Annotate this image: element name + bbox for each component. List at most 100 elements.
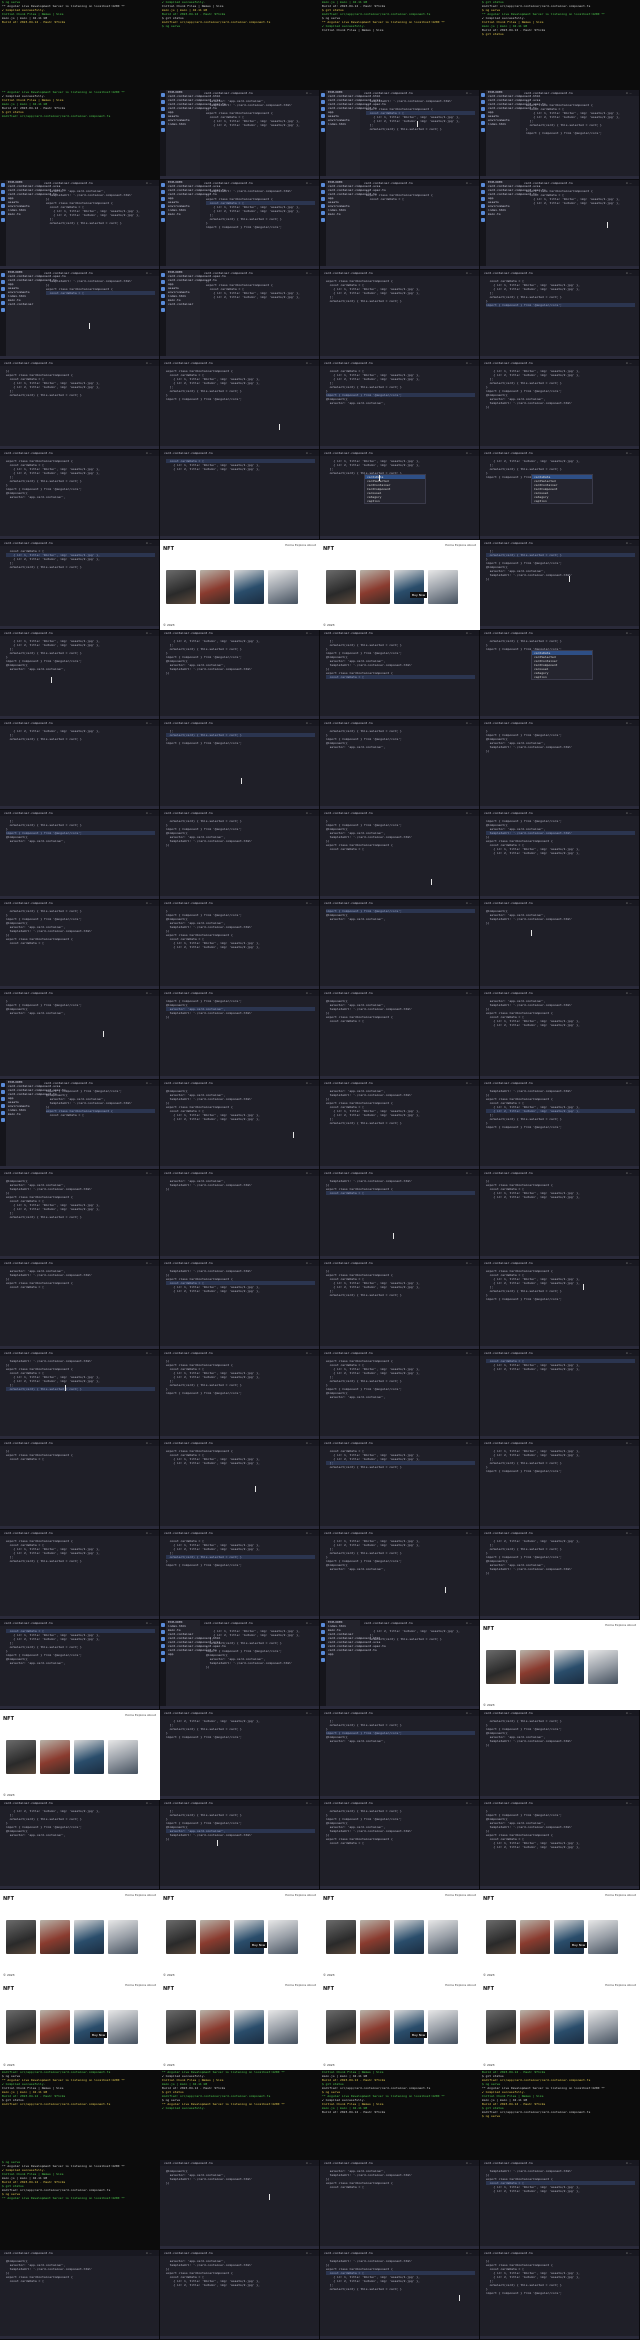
code-area[interactable]: export class CardContainerComponent { co…: [6, 459, 155, 499]
editor-tab[interactable]: card-container.component.ts: [164, 1440, 213, 1446]
editor-tab[interactable]: card-container.component.ts: [164, 810, 213, 816]
activity-icon[interactable]: [1, 1118, 5, 1122]
card-photo[interactable]: [554, 1920, 584, 1954]
card-photo[interactable]: [486, 2010, 516, 2044]
code-area[interactable]: selector: 'app-card-container', template…: [326, 1089, 475, 1125]
card-photo[interactable]: [394, 570, 424, 604]
editor-actions-icon[interactable]: ⊟ ⋯: [306, 1441, 316, 1445]
activity-icon[interactable]: [481, 183, 485, 187]
code-area[interactable]: { id: 1, title: 'Winter', img: 'assets/1…: [326, 459, 475, 475]
editor-tab[interactable]: card-container.component.ts: [484, 1440, 533, 1446]
activity-icon[interactable]: [161, 211, 165, 215]
editor-tab[interactable]: card-container.component.ts: [4, 1800, 53, 1806]
editor-tab[interactable]: card-container.component.ts: [484, 630, 533, 636]
activity-icon[interactable]: [161, 197, 165, 201]
activity-icon[interactable]: [321, 197, 325, 201]
editor-tab[interactable]: card-container.component.ts: [164, 1170, 213, 1176]
code-area[interactable]: const cardsData = [ { id: 1, title: 'Win…: [166, 1539, 315, 1567]
editor-actions-icon[interactable]: ⊟ ⋯: [306, 1801, 316, 1805]
code-area[interactable]: templateUrl: './card-container.component…: [206, 189, 315, 229]
editor-tab[interactable]: card-container.component.ts: [4, 720, 53, 726]
code-area[interactable]: }) export class CardContainerComponent { …: [6, 1449, 155, 1461]
activity-icon[interactable]: [161, 1651, 165, 1655]
card-photo[interactable]: [554, 2010, 584, 2044]
card-photo[interactable]: [40, 1920, 70, 1954]
code-area[interactable]: }) export class CardContainerComponent { …: [326, 1269, 475, 1297]
card-photo[interactable]: [108, 1740, 138, 1774]
activity-icon[interactable]: [1, 1104, 5, 1108]
site-nav[interactable]: Home Explore About: [125, 1713, 156, 1717]
activity-icon[interactable]: [161, 114, 165, 118]
activity-icon[interactable]: [481, 121, 485, 125]
editor-actions-icon[interactable]: ⊟ ⋯: [306, 991, 316, 995]
editor-actions-icon[interactable]: ⊟ ⋯: [466, 1531, 476, 1535]
editor-actions-icon[interactable]: ⊟ ⋯: [466, 361, 476, 365]
editor-actions-icon[interactable]: ⊟ ⋯: [306, 2251, 316, 2255]
activity-icon[interactable]: [481, 218, 485, 222]
editor-actions-icon[interactable]: ⊟ ⋯: [146, 1441, 156, 1445]
card-photo[interactable]: [40, 2010, 70, 2044]
activity-icon[interactable]: [161, 190, 165, 194]
editor-tab[interactable]: card-container.component.ts: [164, 900, 213, 906]
editor-actions-icon[interactable]: ⊟ ⋯: [306, 451, 316, 455]
card-photo[interactable]: [486, 1920, 516, 1954]
activity-icon[interactable]: [161, 93, 165, 97]
editor-tab[interactable]: card-container.component.ts: [164, 1080, 213, 1086]
editor-actions-icon[interactable]: ⊟ ⋯: [626, 1711, 636, 1715]
card-photo[interactable]: [360, 1920, 390, 1954]
site-nav[interactable]: Home Explore About: [285, 1983, 316, 1987]
editor-actions-icon[interactable]: ⊟ ⋯: [626, 271, 636, 275]
editor-tab[interactable]: card-container.component.ts: [324, 630, 373, 636]
code-area[interactable]: export class CardContainerComponent { co…: [166, 1449, 315, 1465]
code-area[interactable]: export class CardContainerComponent { co…: [6, 1539, 155, 1563]
code-area[interactable]: { id: 2, title: 'Autumn', img: 'assets/2…: [166, 1719, 315, 1739]
buy-button[interactable]: Buy Now: [90, 2032, 108, 2038]
editor-actions-icon[interactable]: ⊟ ⋯: [306, 631, 316, 635]
code-area[interactable]: selector: 'app-card-container', template…: [166, 2259, 315, 2287]
editor-actions-icon[interactable]: ⊟ ⋯: [626, 721, 636, 725]
card-photo[interactable]: [428, 1920, 458, 1954]
editor-actions-icon[interactable]: ⊟ ⋯: [146, 451, 156, 455]
editor-actions-icon[interactable]: ⊟ ⋯: [146, 541, 156, 545]
code-area[interactable]: { id: 1, title: 'Winter', img: 'assets/1…: [326, 1539, 475, 1571]
code-area[interactable]: }) export class CardContainerComponent { …: [6, 369, 155, 397]
activity-icon[interactable]: [1, 1083, 5, 1087]
code-area[interactable]: ]; onSelect(card) { this.selected = card…: [166, 729, 315, 745]
activity-icon[interactable]: [161, 1658, 165, 1662]
editor-tab[interactable]: card-container.component.ts: [324, 990, 373, 996]
code-area[interactable]: templateUrl: './card-container.component…: [326, 2259, 475, 2291]
editor-tab[interactable]: card-container.component.ts: [324, 720, 373, 726]
editor-actions-icon[interactable]: ⊟ ⋯: [626, 631, 636, 635]
activity-icon[interactable]: [321, 128, 325, 132]
code-area[interactable]: { id: 1, title: 'Winter', img: 'assets/1…: [486, 1449, 635, 1473]
activity-icon[interactable]: [161, 1630, 165, 1634]
activity-icon[interactable]: [481, 107, 485, 111]
site-nav[interactable]: Home Explore About: [445, 543, 476, 547]
activity-icon[interactable]: [1, 218, 5, 222]
activity-icon[interactable]: [161, 280, 165, 284]
editor-actions-icon[interactable]: ⊟ ⋯: [626, 1801, 636, 1805]
card-photo[interactable]: [588, 1920, 618, 1954]
explorer-item[interactable]: main.ts: [166, 212, 200, 216]
code-area[interactable]: } import { Component } from '@angular/cor…: [486, 1809, 635, 1849]
editor-tab[interactable]: card-container.component.ts: [164, 1350, 213, 1356]
editor-actions-icon[interactable]: ⊟ ⋯: [466, 91, 476, 95]
site-nav[interactable]: Home Explore About: [445, 1983, 476, 1987]
editor-actions-icon[interactable]: ⊟ ⋯: [626, 541, 636, 545]
site-nav[interactable]: Home Explore About: [285, 1893, 316, 1897]
editor-tab[interactable]: card-container.component.ts: [4, 1620, 53, 1626]
explorer-item[interactable]: index.html: [326, 122, 360, 126]
card-photo[interactable]: [234, 1920, 264, 1954]
activity-icon[interactable]: [1, 1097, 5, 1101]
editor-tab[interactable]: card-container.component.ts: [484, 450, 533, 456]
card-photo[interactable]: [234, 2010, 264, 2044]
code-area[interactable]: { id: 1, title: 'Winter', img: 'assets/1…: [206, 1629, 315, 1669]
activity-icon[interactable]: [481, 100, 485, 104]
card-photo[interactable]: [588, 2010, 618, 2044]
code-area[interactable]: onSelect(card) { this.selected = card; }…: [326, 729, 475, 749]
activity-icon[interactable]: [1, 211, 5, 215]
card-photo[interactable]: [268, 1920, 298, 1954]
buy-button[interactable]: Buy Now: [250, 1942, 268, 1948]
editor-actions-icon[interactable]: ⊟ ⋯: [466, 991, 476, 995]
activity-icon[interactable]: [161, 301, 165, 305]
